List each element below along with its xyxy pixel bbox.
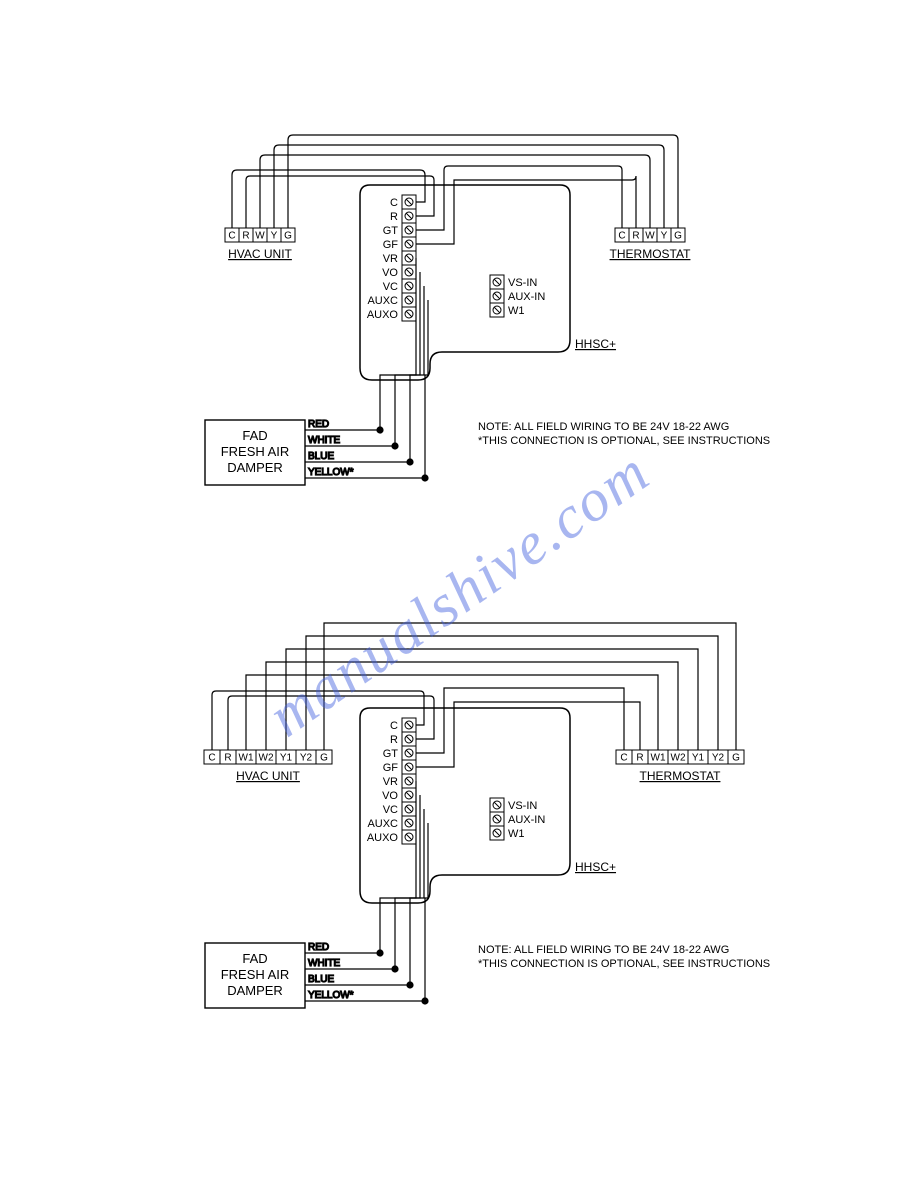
note2-line2: *THIS CONNECTION IS OPTIONAL, SEE INSTRU… [478, 958, 770, 970]
hvac2-Y2: Y2 [300, 753, 313, 764]
ctrl2-GT: GT [383, 748, 399, 760]
ctrl2-R: R [390, 734, 398, 746]
note-line1: NOTE: ALL FIELD WIRING TO BE 24V 18-22 A… [478, 421, 729, 433]
note2-line1: NOTE: ALL FIELD WIRING TO BE 24V 18-22 A… [478, 944, 729, 956]
wiring-diagram-page: C R W Y G HVAC UNIT C R W Y G THERMOSTAT [0, 0, 918, 1188]
tstat2-C: C [620, 753, 627, 764]
hvac-term-W: W [255, 231, 265, 242]
ctrl-term-GT: GT [383, 225, 399, 237]
controller-label-2: HHSC+ [575, 860, 616, 874]
ctrl-term-AUXC: AUXC [367, 295, 398, 307]
fad2-blue: BLUE [308, 974, 334, 985]
hvac-unit-label-2: HVAC UNIT [236, 769, 300, 783]
fad-1: FAD FRESH AIR DAMPER [205, 420, 305, 485]
fad-line1: FAD [242, 428, 267, 443]
ctrl-term-AUXIN: AUX-IN [508, 291, 545, 303]
ctrl-term-VO: VO [382, 267, 398, 279]
ctrl-term-AUXO: AUXO [367, 309, 399, 321]
hvac2-R: R [224, 753, 231, 764]
fad2-line1: FAD [242, 951, 267, 966]
diagram-2: C R W1 W2 Y1 Y2 G HVAC UNIT C R W1 W2 Y1… [204, 623, 770, 1008]
hvac2-G: G [320, 753, 328, 764]
ctrl-term-VC: VC [383, 281, 398, 293]
tstat2-W2: W2 [671, 753, 686, 764]
fad2-red: RED [308, 942, 329, 953]
tstat-term-G: G [674, 231, 682, 242]
ctrl-term-VSIN: VS-IN [508, 277, 537, 289]
fad-wire-blue: BLUE [308, 451, 334, 462]
fad-line3: DAMPER [227, 460, 283, 475]
fad2-line2: FRESH AIR [221, 967, 290, 982]
ctrl2-VSIN: VS-IN [508, 800, 537, 812]
diagram-1: C R W Y G HVAC UNIT C R W Y G THERMOSTAT [205, 135, 770, 485]
ctrl2-AUXO: AUXO [367, 832, 399, 844]
ctrl2-AUXIN: AUX-IN [508, 814, 545, 826]
hvac2-W1: W1 [239, 753, 254, 764]
tstat2-W1: W1 [651, 753, 666, 764]
fad2-white: WHITE [308, 958, 341, 969]
tstat2-R: R [636, 753, 643, 764]
ctrl-term-R: R [390, 211, 398, 223]
hvac2-Y1: Y1 [280, 753, 293, 764]
tstat-term-W: W [645, 231, 655, 242]
ctrl2-W1r: W1 [508, 828, 525, 840]
controller-1: C R GT GF VR VO VC AUXC AUXO VS-IN AUX-I… [360, 185, 616, 380]
ctrl-term-VR: VR [383, 253, 398, 265]
tstat2-Y1: Y1 [692, 753, 705, 764]
hvac-unit-2: C R W1 W2 Y1 Y2 G HVAC UNIT [204, 750, 332, 783]
ctrl2-AUXC: AUXC [367, 818, 398, 830]
ctrl2-VC: VC [383, 804, 398, 816]
ctrl-term-GF: GF [383, 239, 399, 251]
hvac-unit-label: HVAC UNIT [228, 247, 292, 261]
fad2-yellow: YELLOW* [308, 990, 354, 1001]
hvac-term-Y: Y [271, 231, 278, 242]
thermostat-1: C R W Y G THERMOSTAT [610, 228, 692, 261]
ctrl-term-W1: W1 [508, 305, 525, 317]
tstat-term-C: C [618, 231, 625, 242]
tstat-term-R: R [632, 231, 639, 242]
ctrl-term-C: C [390, 197, 398, 209]
controller-2: C R GT GF VR VO VC AUXC AUXO VS-IN AUX-I… [360, 708, 616, 903]
hvac-term-R: R [242, 231, 249, 242]
thermostat-label: THERMOSTAT [610, 247, 692, 261]
note-line2: *THIS CONNECTION IS OPTIONAL, SEE INSTRU… [478, 435, 770, 447]
tstat2-Y2: Y2 [712, 753, 725, 764]
hvac2-C: C [208, 753, 215, 764]
ctrl2-VO: VO [382, 790, 398, 802]
hvac-term-C: C [228, 231, 235, 242]
ctrl2-C: C [390, 720, 398, 732]
thermostat-label-2: THERMOSTAT [640, 769, 722, 783]
fad-wire-red: RED [308, 419, 329, 430]
ctrl2-GF: GF [383, 762, 399, 774]
tstat-term-Y: Y [661, 231, 668, 242]
hvac-unit-1: C R W Y G HVAC UNIT [225, 228, 295, 261]
fad-wire-yellow: YELLOW* [308, 467, 354, 478]
fad-line2: FRESH AIR [221, 444, 290, 459]
ctrl2-VR: VR [383, 776, 398, 788]
thermostat-2: C R W1 W2 Y1 Y2 G THERMOSTAT [616, 750, 744, 783]
hvac2-W2: W2 [259, 753, 274, 764]
fad-2: FAD FRESH AIR DAMPER [205, 943, 305, 1008]
fad-wire-white: WHITE [308, 435, 341, 446]
controller-label: HHSC+ [575, 337, 616, 351]
tstat2-G: G [732, 753, 740, 764]
hvac-term-G: G [284, 231, 292, 242]
fad2-line3: DAMPER [227, 983, 283, 998]
